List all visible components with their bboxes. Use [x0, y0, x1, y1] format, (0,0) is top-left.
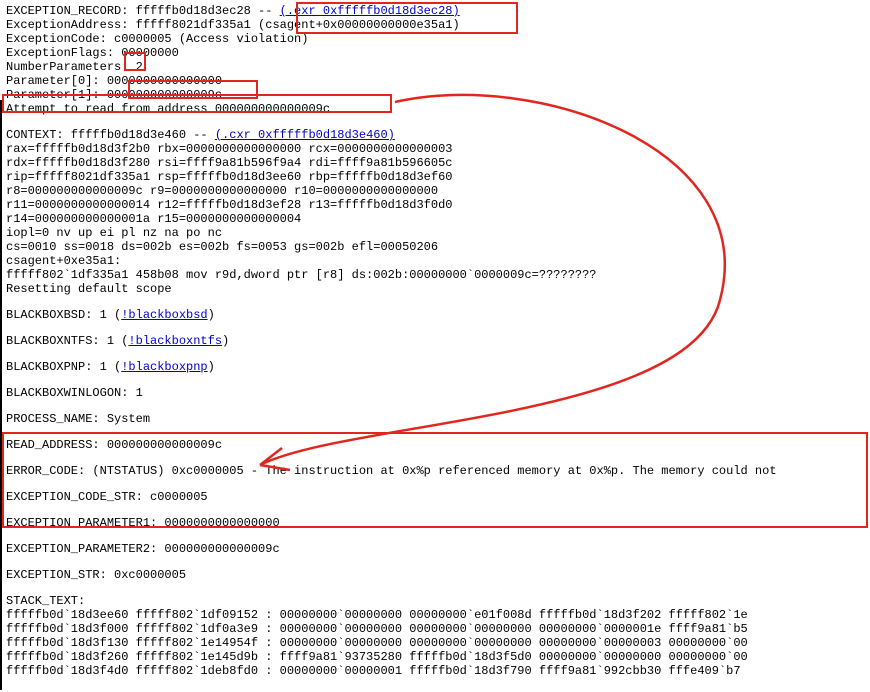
reg-rdx-line: rdx=fffffb0d18d3f280 rsi=ffff9a81b596f9a…: [6, 156, 864, 170]
stack-text-label: STACK_TEXT:: [6, 594, 864, 608]
blackboxpnp-line: BLACKBOXPNP: 1 (!blackboxpnp): [6, 360, 864, 374]
blackboxwinlogon-line: BLACKBOXWINLOGON: 1: [6, 386, 864, 400]
blackboxpnp-close: ): [208, 360, 215, 374]
cxr-link[interactable]: (.cxr 0xfffffb0d18d3e460): [215, 128, 395, 142]
blackboxntfs-label: BLACKBOXNTFS: 1 (: [6, 334, 128, 348]
module-offset-line: csagent+0xe35a1:: [6, 254, 864, 268]
seg-line: cs=0010 ss=0018 ds=002b es=002b fs=0053 …: [6, 240, 864, 254]
exception-parameter1-line: EXCEPTION_PARAMETER1: 0000000000000000: [6, 516, 864, 530]
context-line: CONTEXT: fffffb0d18d3e460 -- (.cxr 0xfff…: [6, 128, 864, 142]
blackboxpnp-link[interactable]: !blackboxpnp: [121, 360, 207, 374]
parameter1-line: Parameter[1]: 000000000000009c: [6, 88, 864, 102]
disasm-line: fffff802`1df335a1 458b08 mov r9d,dword p…: [6, 268, 864, 282]
reg-r8-line: r8=000000000000009c r9=0000000000000000 …: [6, 184, 864, 198]
attempt-read-line: Attempt to read from address 00000000000…: [6, 102, 864, 116]
exception-code-str-line: EXCEPTION_CODE_STR: c0000005: [6, 490, 864, 504]
reg-rip-line: rip=fffff8021df335a1 rsp=fffffb0d18d3ee6…: [6, 170, 864, 184]
debug-output: EXCEPTION_RECORD: fffffb0d18d3ec28 -- (.…: [0, 0, 870, 682]
number-parameters-line: NumberParameters: 2: [6, 60, 864, 74]
exception-record-label: EXCEPTION_RECORD: fffffb0d18d3ec28 --: [6, 4, 280, 18]
exception-code-line: ExceptionCode: c0000005 (Access violatio…: [6, 32, 864, 46]
reg-r14-line: r14=000000000000001a r15=000000000000000…: [6, 212, 864, 226]
stack-text-5: fffffb0d`18d3f4d0 fffff802`1deb8fd0 : 00…: [6, 664, 864, 678]
blackboxntfs-link[interactable]: !blackboxntfs: [128, 334, 222, 348]
process-name-line: PROCESS_NAME: System: [6, 412, 864, 426]
exception-parameter2-line: EXCEPTION_PARAMETER2: 000000000000009c: [6, 542, 864, 556]
stack-text-1: fffffb0d`18d3ee60 fffff802`1df09152 : 00…: [6, 608, 864, 622]
context-label: CONTEXT: fffffb0d18d3e460 --: [6, 128, 215, 142]
exception-flags-line: ExceptionFlags: 00000000: [6, 46, 864, 60]
iopl-line: iopl=0 nv up ei pl nz na po nc: [6, 226, 864, 240]
read-address-line: READ_ADDRESS: 000000000000009c: [6, 438, 864, 452]
blackboxbsd-close: ): [208, 308, 215, 322]
exception-address-module: (csagent+0x00000000000e35a1): [251, 18, 460, 32]
blackboxbsd-label: BLACKBOXBSD: 1 (: [6, 308, 121, 322]
stack-text-2: fffffb0d`18d3f000 fffff802`1df0a3e9 : 00…: [6, 622, 864, 636]
scope-line: Resetting default scope: [6, 282, 864, 296]
stack-text-4: fffffb0d`18d3f260 fffff802`1e145d9b : ff…: [6, 650, 864, 664]
blackboxbsd-line: BLACKBOXBSD: 1 (!blackboxbsd): [6, 308, 864, 322]
parameter0-line: Parameter[0]: 0000000000000000: [6, 74, 864, 88]
blackboxbsd-link[interactable]: !blackboxbsd: [121, 308, 207, 322]
exr-link[interactable]: (.exr 0xfffffb0d18d3ec28): [280, 4, 460, 18]
stack-text-3: fffffb0d`18d3f130 fffff802`1e14954f : 00…: [6, 636, 864, 650]
blackboxpnp-label: BLACKBOXPNP: 1 (: [6, 360, 121, 374]
reg-r11-line: r11=0000000000000014 r12=fffffb0d18d3ef2…: [6, 198, 864, 212]
exception-record-line: EXCEPTION_RECORD: fffffb0d18d3ec28 -- (.…: [6, 4, 864, 18]
reg-rax-line: rax=fffffb0d18d3f2b0 rbx=000000000000000…: [6, 142, 864, 156]
exception-str-line: EXCEPTION_STR: 0xc0000005: [6, 568, 864, 582]
exception-address-value: ExceptionAddress: fffff8021df335a1: [6, 18, 251, 32]
exception-address-line: ExceptionAddress: fffff8021df335a1 (csag…: [6, 18, 864, 32]
blackboxntfs-close: ): [222, 334, 229, 348]
error-code-line: ERROR_CODE: (NTSTATUS) 0xc0000005 - The …: [6, 464, 864, 478]
blackboxntfs-line: BLACKBOXNTFS: 1 (!blackboxntfs): [6, 334, 864, 348]
